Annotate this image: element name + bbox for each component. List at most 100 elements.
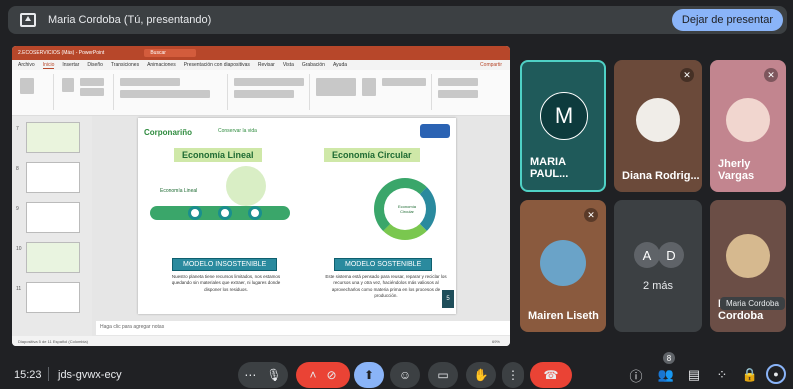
- mic-icon[interactable]: 🎙: [266, 368, 281, 382]
- list-icons[interactable]: [234, 78, 304, 86]
- present-icon: ⬆: [363, 368, 375, 382]
- unsustainable-model-label: MODELO INSOSTENIBLE: [172, 258, 278, 271]
- camera-off-icon[interactable]: ⊘: [326, 368, 336, 382]
- avatar: [540, 240, 586, 286]
- ppt-tab[interactable]: Grabación: [302, 62, 325, 68]
- layout-icon[interactable]: [80, 78, 104, 86]
- ppt-tab[interactable]: Vista: [283, 62, 294, 68]
- ppt-tab-bar: Archivo Inicio Insertar Diseño Transicio…: [12, 60, 510, 70]
- ppt-tab[interactable]: Diseño: [87, 62, 103, 68]
- font-format-icons[interactable]: [120, 90, 210, 98]
- name-tooltip: Maria Cordoba: [720, 297, 785, 310]
- info-icon: ⓘ: [629, 368, 643, 384]
- thumb-number: 11: [16, 286, 22, 292]
- participant-tile-jherly[interactable]: ✕ Jherly Vargas: [710, 60, 786, 192]
- slide-thumbnail[interactable]: [26, 162, 80, 193]
- mic-off-icon: ✕: [680, 68, 694, 82]
- more-options-button[interactable]: ⋮: [502, 362, 524, 388]
- ppt-tab[interactable]: Presentación con diapositivas: [184, 62, 250, 68]
- participant-name: Diana Rodrig...: [622, 170, 700, 182]
- ppt-search-box[interactable]: Buscar: [144, 49, 196, 57]
- ribbon-drawing-group: [312, 74, 432, 110]
- ribbon-editing-group: [434, 74, 494, 110]
- mic-off-icon: ✕: [584, 208, 598, 222]
- participant-tile-maria-paula[interactable]: M MARIA PAUL...: [520, 60, 606, 192]
- ribbon-paragraph-group: [230, 74, 310, 110]
- shape-fill-icon[interactable]: [382, 78, 426, 86]
- activities-button[interactable]: ⁘: [711, 364, 733, 386]
- self-view-button[interactable]: ●: [766, 364, 786, 384]
- chain-bubble: [218, 206, 232, 220]
- slide-thumbnail[interactable]: [26, 122, 80, 153]
- participant-tile-more[interactable]: A D 2 más: [614, 200, 702, 332]
- present-button[interactable]: ⬆: [354, 362, 384, 388]
- reset-icon[interactable]: [80, 88, 104, 96]
- avatar: [636, 98, 680, 142]
- people-icon: 👥: [657, 367, 675, 382]
- meeting-code: jds-gvwx-ecy: [58, 369, 122, 381]
- new-slide-icon[interactable]: [62, 78, 74, 92]
- present-screen-icon: [20, 13, 36, 27]
- ribbon-slides-group: [56, 74, 114, 110]
- ppt-tab[interactable]: Animaciones: [147, 62, 176, 68]
- paste-icon[interactable]: [20, 78, 34, 94]
- ppt-tab[interactable]: Ayuda: [333, 62, 347, 68]
- ppt-share-button[interactable]: Compartir: [480, 62, 502, 68]
- shapes-icon[interactable]: [316, 78, 356, 96]
- ppt-tab[interactable]: Transiciones: [111, 62, 139, 68]
- circular-center-label: Economía Circular: [397, 204, 416, 214]
- thumb-number: 8: [16, 166, 19, 172]
- arrange-icon[interactable]: [362, 78, 376, 96]
- ppt-tab[interactable]: Archivo: [18, 62, 35, 68]
- participant-tile-maria-cordoba[interactable]: Maria Cordoba: [710, 200, 786, 332]
- slide-status: Diapositiva 5 de 11 Español (Colombia): [18, 338, 88, 344]
- more-audio-icon[interactable]: ⋯: [244, 368, 256, 382]
- emoji-icon: ☺: [398, 368, 412, 382]
- slide-thumbnail[interactable]: [26, 242, 80, 273]
- circular-description: Este sistema está pensado para reusar, r…: [325, 274, 447, 298]
- slide-thumbnails: 7 8 9 10 11: [12, 116, 92, 336]
- ppt-tab[interactable]: Revisar: [258, 62, 275, 68]
- chat-icon: ▤: [687, 367, 701, 382]
- slide-thumbnail[interactable]: [26, 282, 80, 313]
- align-icons[interactable]: [234, 90, 294, 98]
- avatar: M: [540, 92, 588, 140]
- chat-button[interactable]: ▤: [683, 364, 705, 386]
- more-vert-icon: ⋮: [507, 368, 519, 382]
- find-icon[interactable]: [438, 78, 478, 86]
- font-name-select[interactable]: [120, 78, 180, 86]
- emoji-button[interactable]: ☺: [390, 362, 420, 388]
- mic-control: ⋯ 🎙: [238, 362, 288, 388]
- institution-logo: [420, 124, 450, 138]
- zoom-level[interactable]: 69%: [492, 339, 500, 344]
- avatar: D: [658, 242, 684, 268]
- more-participants-label: 2 más: [643, 280, 673, 292]
- raise-hand-button[interactable]: ✋: [466, 362, 496, 388]
- chain-bubble: [248, 206, 262, 220]
- thumb-number: 7: [16, 126, 19, 132]
- captions-button[interactable]: ▭: [428, 362, 458, 388]
- slide-thumbnail[interactable]: [26, 202, 80, 233]
- participant-tile-diana[interactable]: ✕ Diana Rodrig...: [614, 60, 702, 192]
- participant-tile-mairen[interactable]: ✕ Mairen Liseth: [520, 200, 606, 332]
- participant-name: MARIA PAUL...: [530, 156, 569, 180]
- mic-off-icon: ✕: [764, 68, 778, 82]
- current-slide[interactable]: Corponariño Conservar la vida Economía L…: [138, 118, 456, 314]
- divider: [48, 367, 49, 381]
- thumb-number: 9: [16, 206, 19, 212]
- notes-pane[interactable]: Haga clic para agregar notas: [96, 321, 510, 335]
- linear-chain-label: Economía Lineal: [160, 188, 198, 194]
- stop-presenting-button[interactable]: Dejar de presentar: [671, 9, 783, 31]
- camera-options-icon[interactable]: ˄: [309, 368, 316, 382]
- ppt-tab[interactable]: Insertar: [62, 62, 79, 68]
- ribbon-font-group: [116, 74, 228, 110]
- leave-call-button[interactable]: ☎: [530, 362, 572, 388]
- linear-illustration: [226, 166, 266, 206]
- linear-economy-heading: Economía Lineal: [174, 148, 262, 162]
- ppt-tab-active[interactable]: Inicio: [42, 62, 55, 69]
- people-button[interactable]: 👥: [655, 364, 677, 386]
- host-controls-button[interactable]: 🔒: [739, 364, 761, 386]
- info-button[interactable]: ⓘ: [625, 364, 647, 386]
- replace-icon[interactable]: [438, 90, 478, 98]
- meeting-time: 15:23: [14, 369, 42, 381]
